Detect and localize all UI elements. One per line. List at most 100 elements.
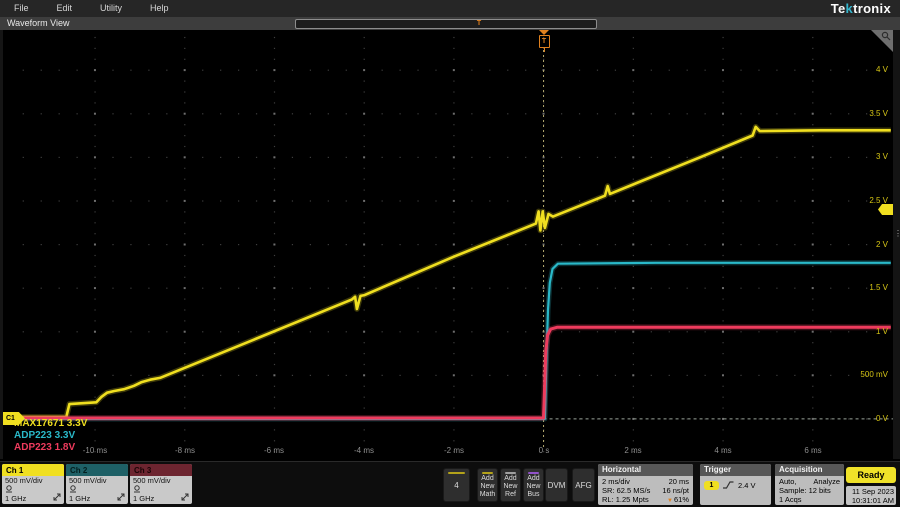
probe-icon bbox=[133, 485, 142, 493]
trace-ch3[interactable] bbox=[4, 327, 891, 418]
t-axis-label: -6 ms bbox=[252, 447, 296, 455]
t-axis-label: 2 ms bbox=[611, 447, 655, 455]
t-axis-label: 6 ms bbox=[791, 447, 835, 455]
dvm-label: DVM bbox=[548, 481, 566, 490]
trace-label-ch1: MAX17671 3.3V bbox=[14, 418, 87, 430]
graticule bbox=[23, 37, 885, 452]
overview-trigger-marker[interactable]: T bbox=[475, 19, 483, 28]
acquisition-panel-title: Acquisition bbox=[775, 464, 844, 476]
horizontal-row-left: 2 ms/div bbox=[602, 477, 630, 486]
trigger-panel-title: Trigger bbox=[700, 464, 771, 476]
waveform-view-tab[interactable]: Waveform View bbox=[7, 18, 70, 28]
trace-glow-ch2 bbox=[4, 263, 891, 419]
v-axis-label: 0 V bbox=[876, 415, 888, 423]
horizontal-row-right: 20 ms bbox=[669, 477, 689, 486]
trace-ch2[interactable] bbox=[4, 263, 891, 419]
tektronix-logo: Tektronix bbox=[831, 1, 900, 16]
waveform-view: T C1 4 V3.5 V3 V2.5 V2 V1.5 V1 V500 mV0 … bbox=[0, 30, 900, 459]
button-stripe bbox=[528, 472, 539, 474]
trace-glow-ch3 bbox=[4, 327, 891, 418]
magnifier-icon bbox=[881, 31, 891, 41]
ready-status-badge: Ready bbox=[846, 467, 896, 483]
channel-badge-title: Ch 3 bbox=[130, 464, 192, 476]
channel-bandwidth: 1 GHz bbox=[133, 494, 154, 503]
channel-badge-1[interactable]: Ch 1500 mV/div 1 GHz bbox=[2, 464, 64, 504]
channel-badge-3[interactable]: Ch 3500 mV/div 1 GHz bbox=[130, 464, 192, 504]
menu-bar: FileEditUtilityHelp Tektronix bbox=[0, 0, 900, 18]
channel-scale: 500 mV/div bbox=[2, 476, 64, 485]
button-label: AddNewMath bbox=[480, 475, 496, 499]
probe-icon bbox=[69, 485, 78, 493]
horizontal-row-right: 16 ns/pt bbox=[662, 486, 689, 495]
probe-icon bbox=[5, 485, 14, 493]
menu-item-utility[interactable]: Utility bbox=[86, 0, 136, 17]
acquisition-panel[interactable]: Acquisition Auto, Analyze Sample: 12 bits… bbox=[775, 464, 844, 505]
time-value: 10:31:01 AM bbox=[848, 496, 894, 505]
t-axis-label: 4 ms bbox=[701, 447, 745, 455]
button-label: AddNewRef bbox=[503, 475, 517, 499]
trigger-level-value: 2.4 V bbox=[738, 481, 756, 490]
horizontal-row: SR: 62.5 MS/s 16 ns/pt bbox=[602, 486, 689, 495]
t-axis-label: -4 ms bbox=[342, 447, 386, 455]
menu-item-help[interactable]: Help bbox=[136, 0, 183, 17]
channel-4-label: 4 bbox=[454, 481, 458, 490]
horizontal-row-left: SR: 62.5 MS/s bbox=[602, 486, 650, 495]
v-axis-label: 3 V bbox=[876, 153, 888, 161]
add-new-ref-button[interactable]: AddNewRef bbox=[500, 468, 521, 502]
channel-4-stripe bbox=[448, 472, 465, 474]
v-axis-label: 1 V bbox=[876, 328, 888, 336]
deskew-icon bbox=[117, 493, 125, 501]
date-time-display: 11 Sep 2023 10:31:01 AM bbox=[846, 486, 896, 505]
channel-scale: 500 mV/div bbox=[66, 476, 128, 485]
menu-item-file[interactable]: File bbox=[0, 0, 43, 17]
trigger-flag-label: T bbox=[539, 35, 550, 48]
horizontal-panel[interactable]: Horizontal 2 ms/div 20 ms SR: 62.5 MS/s 16 … bbox=[598, 464, 693, 505]
v-axis-label: 2.5 V bbox=[869, 197, 888, 205]
horizontal-overview-bar[interactable]: T bbox=[295, 19, 597, 29]
button-label: AddNewBus bbox=[526, 475, 540, 499]
right-edge-divider[interactable]: ⋮ bbox=[893, 30, 900, 459]
button-stripe bbox=[482, 472, 493, 474]
trace-label-ch3: ADP223 1.8V bbox=[14, 442, 75, 454]
channel-badge-title: Ch 2 bbox=[66, 464, 128, 476]
horizontal-row-left: RL: 1.25 Mpts bbox=[602, 495, 649, 505]
channel-scale: 500 mV/div bbox=[130, 476, 192, 485]
channel-bandwidth: 1 GHz bbox=[69, 494, 90, 503]
t-axis-label: -10 ms bbox=[73, 447, 117, 455]
waveform-plot[interactable] bbox=[3, 30, 893, 459]
trace-glow-ch1 bbox=[4, 127, 891, 417]
channel-4-button[interactable]: 4 bbox=[443, 468, 470, 502]
dvm-button[interactable]: DVM bbox=[545, 468, 568, 502]
t-axis-label: -8 ms bbox=[163, 447, 207, 455]
channel-badge-title: Ch 1 bbox=[2, 464, 64, 476]
afg-button[interactable]: AFG bbox=[572, 468, 595, 502]
divider-drag-handle-icon[interactable]: ⋮ bbox=[894, 232, 900, 236]
v-axis-label: 1.5 V bbox=[869, 284, 888, 292]
acq-analyze: Analyze bbox=[813, 477, 840, 486]
trace-label-ch2: ADP223 3.3V bbox=[14, 430, 75, 442]
horizontal-row-right: ▼61% bbox=[667, 495, 689, 505]
horizontal-row: RL: 1.25 Mpts ▼61% bbox=[602, 495, 689, 505]
afg-label: AFG bbox=[575, 481, 591, 490]
add-new-math-button[interactable]: AddNewMath bbox=[477, 468, 498, 502]
waveform-plot-area[interactable]: T C1 4 V3.5 V3 V2.5 V2 V1.5 V1 V500 mV0 … bbox=[3, 30, 893, 459]
t-axis-label: 0 s bbox=[522, 447, 566, 455]
channel-bandwidth: 1 GHz bbox=[5, 494, 26, 503]
v-axis-label: 2 V bbox=[876, 241, 888, 249]
t-axis-label: -2 ms bbox=[432, 447, 476, 455]
acq-mode: Auto, bbox=[779, 477, 797, 486]
deskew-icon bbox=[53, 493, 61, 501]
horizontal-panel-title: Horizontal bbox=[598, 464, 693, 476]
menu-item-edit[interactable]: Edit bbox=[43, 0, 87, 17]
date-value: 11 Sep 2023 bbox=[848, 487, 894, 496]
trigger-position-flag[interactable]: T bbox=[538, 30, 550, 52]
channel-badge-2[interactable]: Ch 2500 mV/div 1 GHz bbox=[66, 464, 128, 504]
add-new-bus-button[interactable]: AddNewBus bbox=[523, 468, 544, 502]
acq-count: 1 Acqs bbox=[779, 495, 802, 504]
trigger-flag-stem bbox=[544, 48, 545, 52]
v-axis-label: 4 V bbox=[876, 66, 888, 74]
trace-ch1[interactable] bbox=[4, 127, 891, 417]
acq-sample-bits: Sample: 12 bits bbox=[779, 486, 831, 495]
trigger-panel[interactable]: Trigger 1 2.4 V bbox=[700, 464, 771, 505]
view-tab-bar: Waveform View T bbox=[0, 17, 900, 30]
